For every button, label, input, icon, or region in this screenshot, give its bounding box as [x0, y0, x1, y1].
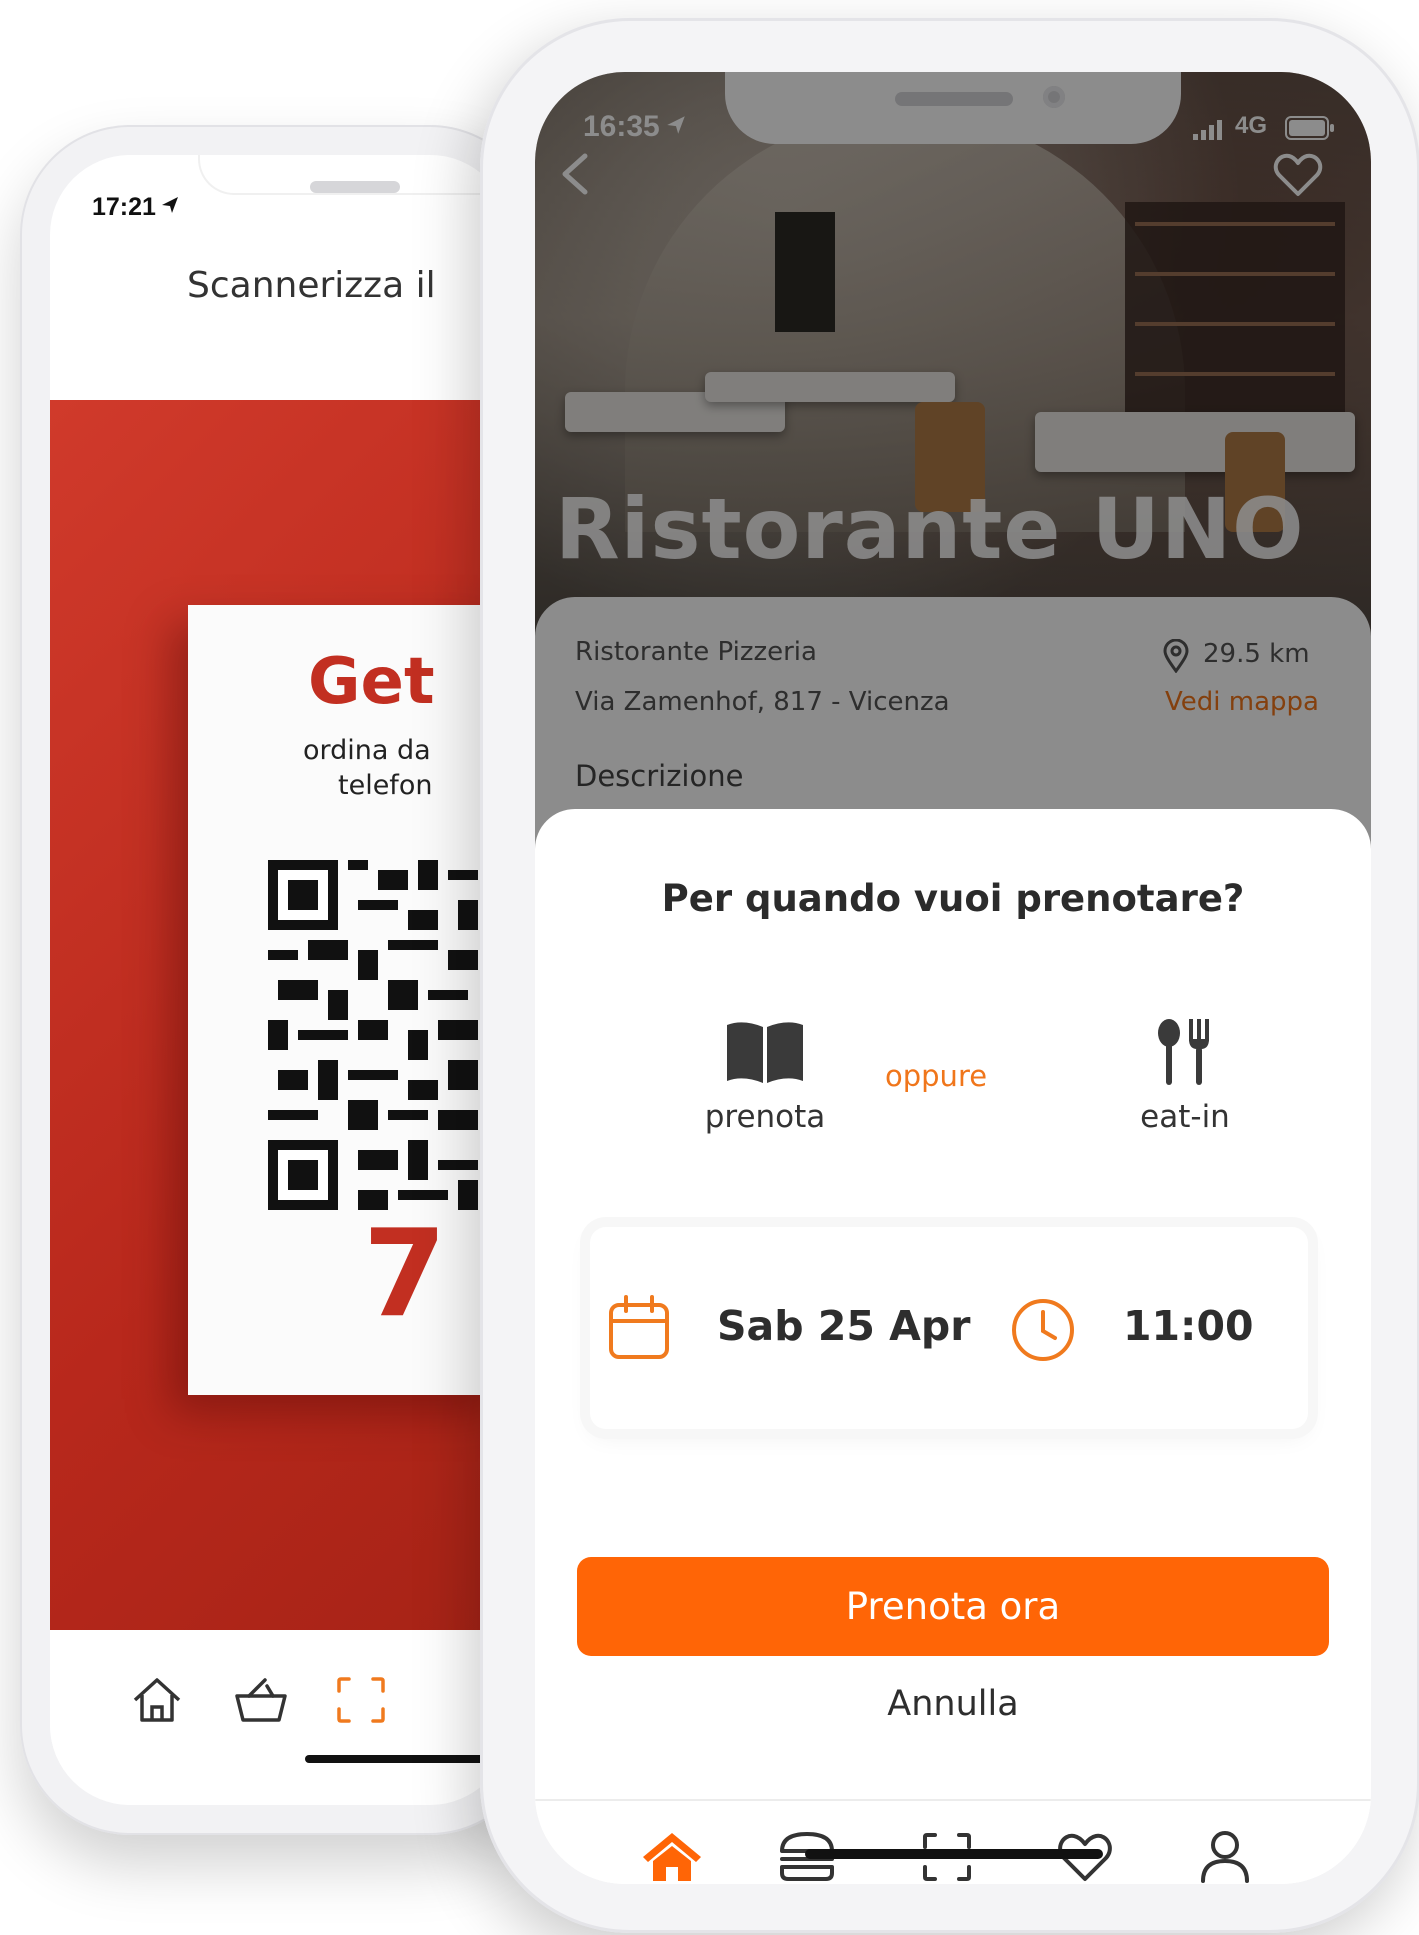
qr-code — [268, 860, 478, 1210]
home-icon[interactable] — [130, 1675, 184, 1725]
location-arrow-icon — [162, 197, 178, 213]
option-eat-in-label: eat-in — [1140, 1099, 1230, 1135]
home-indicator — [305, 1755, 505, 1763]
speaker — [310, 181, 400, 193]
card-headline: Get — [308, 645, 435, 719]
time-value[interactable]: 11:00 — [1123, 1302, 1254, 1350]
cancel-button[interactable]: Annulla — [535, 1684, 1371, 1724]
table-number: 7 — [363, 1205, 447, 1344]
qr-card: Get ordina da telefon 7 — [188, 605, 510, 1395]
option-book[interactable]: prenota — [685, 1019, 845, 1139]
calendar-icon[interactable] — [608, 1295, 670, 1361]
user-icon[interactable] — [1199, 1829, 1251, 1883]
card-line-1: ordina da — [303, 735, 431, 766]
card-line-2: telefon — [338, 770, 433, 801]
tabbar — [535, 1799, 1371, 1884]
home-icon[interactable] — [641, 1831, 703, 1883]
book-icon — [727, 1022, 803, 1083]
scan-icon[interactable] — [335, 1675, 387, 1725]
option-eat-in[interactable]: eat-in — [1105, 1019, 1265, 1139]
status-time: 17:21 — [92, 193, 156, 221]
basket-icon[interactable] — [233, 1674, 289, 1726]
booking-sheet: Per quando vuoi prenotare? prenota oppur… — [535, 809, 1371, 1884]
page-title: Scannerizza il — [187, 265, 436, 306]
back-phone-screen: 17:21 Scannerizza il Get ordina da telef… — [50, 155, 510, 1805]
back-tabbar — [50, 1630, 510, 1770]
sheet-title: Per quando vuoi prenotare? — [661, 877, 1245, 920]
front-phone-screen: 16:35 4G Ristorante UNO Ristorante Pizze… — [535, 72, 1371, 1884]
scan-area: Get ordina da telefon 7 — [50, 400, 510, 1630]
date-time-picker: Sab 25 Apr 11:00 — [590, 1227, 1308, 1429]
book-now-button[interactable]: Prenota ora — [577, 1557, 1329, 1656]
date-value[interactable]: Sab 25 Apr — [717, 1302, 970, 1350]
or-label: oppure — [885, 1059, 988, 1093]
cutlery-icon — [1158, 1019, 1209, 1085]
option-book-label: prenota — [704, 1099, 826, 1135]
home-indicator — [805, 1849, 1103, 1859]
clock-icon[interactable] — [1010, 1297, 1076, 1363]
